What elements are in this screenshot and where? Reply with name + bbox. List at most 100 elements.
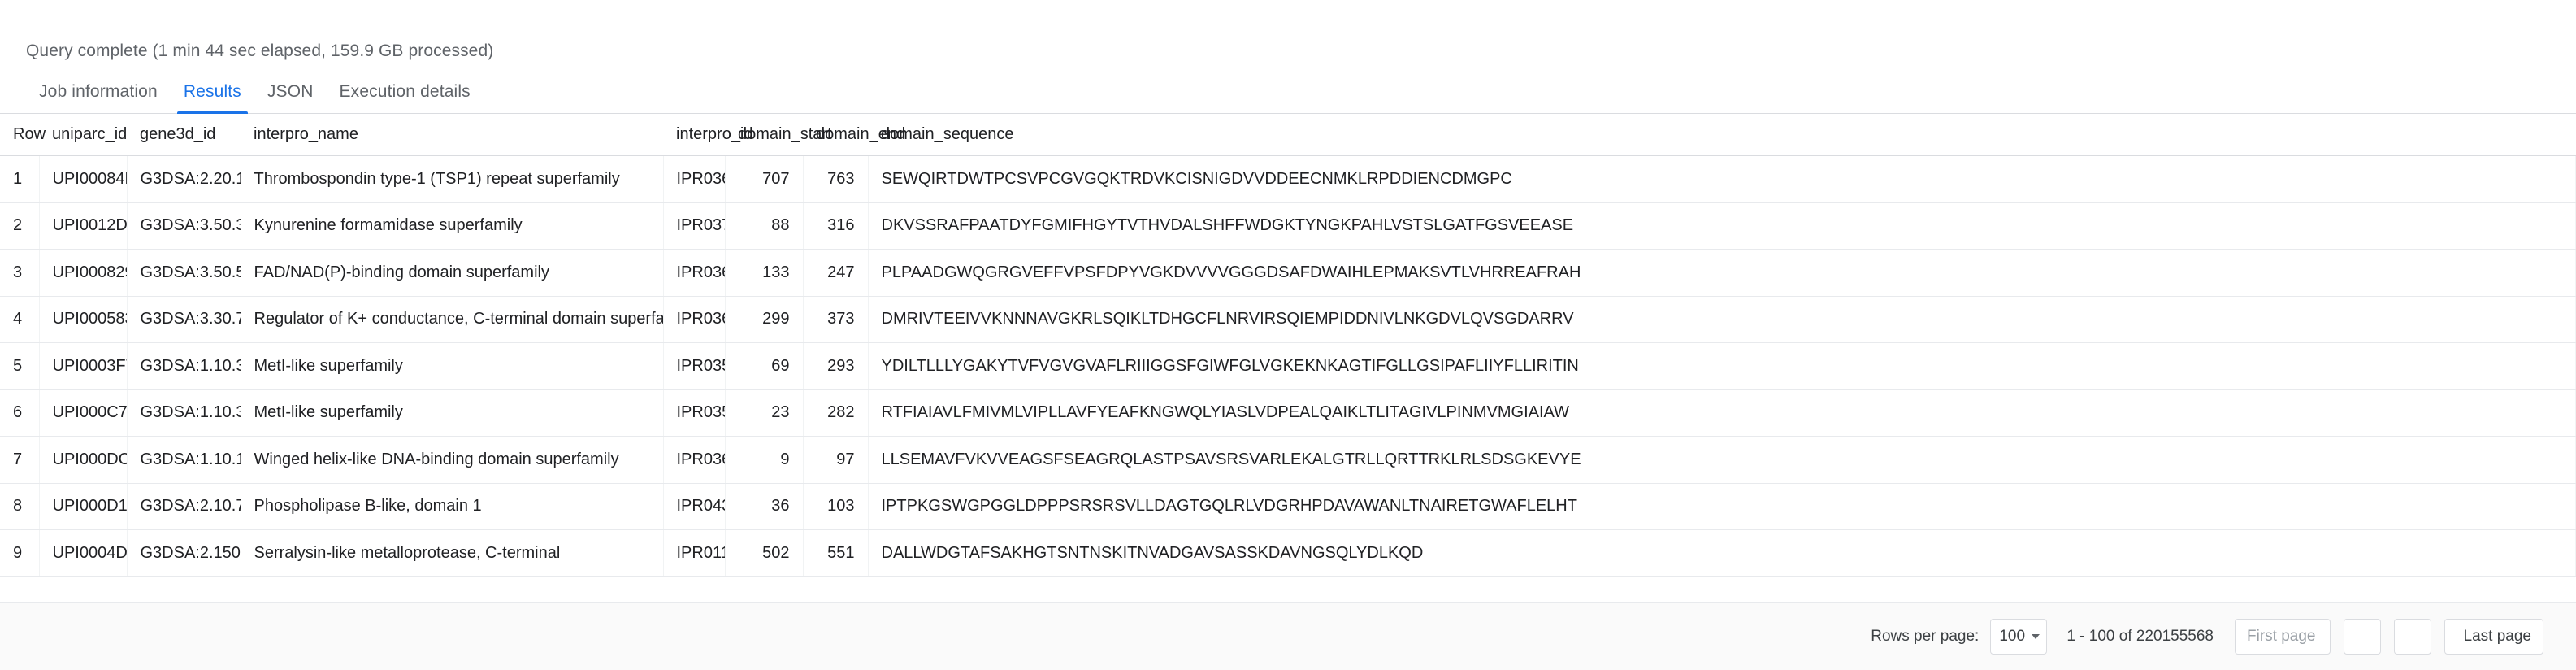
column-header-uniparc-id[interactable]: uniparc_id bbox=[39, 114, 127, 156]
cell-domain-sequence: DALLWDGTAFSAKHGTSNTNSKITNVADGAVSASSKDAVN… bbox=[868, 529, 2576, 577]
table-row[interactable]: 9 UPI0004D69990 G3DSA:2.150.10.10 Serral… bbox=[0, 529, 2576, 577]
cell-gene3d-id: G3DSA:1.10.3720.10 bbox=[127, 389, 241, 437]
cell-gene3d-id: G3DSA:3.50.50.60 bbox=[127, 249, 241, 297]
cell-domain-start: 9 bbox=[725, 436, 804, 484]
cell-interpro-id: IPR036388 bbox=[663, 436, 726, 484]
first-page-button[interactable]: First page bbox=[2235, 618, 2331, 655]
cell-uniparc-id: UPI00084DC725 bbox=[39, 155, 128, 203]
cell-interpro-id: IPR037175 bbox=[663, 202, 726, 250]
column-header-row[interactable]: Row bbox=[0, 114, 46, 156]
query-status-bar: Query complete (1 min 44 sec elapsed, 15… bbox=[0, 0, 2576, 72]
results-table: Row uniparc_id gene3d_id interpro_name i… bbox=[0, 114, 2576, 577]
cell-domain-sequence: YDILTLLLYGAKYTVFVGVGVAFLRIIIGGSFGIWFGLVG… bbox=[868, 342, 2576, 390]
cell-domain-sequence: IPTPKGSWGPGGLDPPPSRSRSVLLDAGTGQLRLVDGRHP… bbox=[868, 483, 2576, 530]
cell-domain-end: 551 bbox=[803, 529, 869, 577]
cell-domain-start: 23 bbox=[725, 389, 804, 437]
query-status-text: Query complete (1 min 44 sec elapsed, 15… bbox=[26, 41, 494, 60]
column-header-interpro-id[interactable]: interpro_id bbox=[663, 114, 753, 156]
rows-per-page-select[interactable]: 100 bbox=[1990, 618, 2048, 655]
cell-gene3d-id: G3DSA:2.150.10.10 bbox=[127, 529, 241, 577]
cell-uniparc-id: UPI0004D69990 bbox=[39, 529, 128, 577]
column-header-domain-sequence[interactable]: domain_sequence bbox=[868, 114, 2576, 156]
cell-domain-end: 373 bbox=[803, 296, 869, 343]
cell-interpro-id: IPR036383 bbox=[663, 155, 726, 203]
table-row[interactable]: 7 UPI000DCEAB8C G3DSA:1.10.10.10 Winged … bbox=[0, 436, 2576, 484]
tab-execution-details[interactable]: Execution details bbox=[327, 82, 484, 113]
cell-domain-start: 36 bbox=[725, 483, 804, 530]
cell-domain-sequence: PLPAADGWQGRGVEFFVPSFDPYVGKDVVVVGGGDSAFDW… bbox=[868, 249, 2576, 297]
cell-row-index: 7 bbox=[0, 436, 40, 484]
cell-domain-start: 502 bbox=[725, 529, 804, 577]
cell-domain-end: 316 bbox=[803, 202, 869, 250]
previous-page-button[interactable] bbox=[2344, 618, 2381, 655]
cell-row-index: 9 bbox=[0, 529, 40, 577]
cell-row-index: 5 bbox=[0, 342, 40, 390]
tab-job-information[interactable]: Job information bbox=[26, 82, 171, 113]
cell-gene3d-id: G3DSA:1.10.10.10 bbox=[127, 436, 241, 484]
tab-json[interactable]: JSON bbox=[254, 82, 327, 113]
cell-domain-sequence: DKVSSRAFPAATDYFGMIFHGYTVTHVDALSHFFWDGKTY… bbox=[868, 202, 2576, 250]
cell-row-index: 8 bbox=[0, 483, 40, 530]
pagination-bar: Rows per page: 100 1 - 100 of 220155568 … bbox=[0, 602, 2576, 670]
tab-results[interactable]: Results bbox=[171, 82, 254, 114]
cell-interpro-name: MetI-like superfamily bbox=[241, 389, 664, 437]
next-page-button[interactable] bbox=[2394, 618, 2431, 655]
cell-domain-start: 88 bbox=[725, 202, 804, 250]
cell-row-index: 6 bbox=[0, 389, 40, 437]
column-header-gene3d-id[interactable]: gene3d_id bbox=[127, 114, 241, 156]
table-row[interactable]: 1 UPI00084DC725 G3DSA:2.20.100.10 Thromb… bbox=[0, 155, 2576, 203]
cell-row-index: 4 bbox=[0, 296, 40, 343]
cell-interpro-id: IPR036721 bbox=[663, 296, 726, 343]
results-table-body: 1 UPI00084DC725 G3DSA:2.20.100.10 Thromb… bbox=[0, 155, 2576, 577]
results-tab-bar: Job information Results JSON Execution d… bbox=[0, 72, 2576, 114]
cell-interpro-name: Regulator of K+ conductance, C-terminal … bbox=[241, 296, 664, 343]
table-row[interactable]: 5 UPI0003F76E77 G3DSA:1.10.3720.10 MetI-… bbox=[0, 342, 2576, 390]
table-row[interactable]: 2 UPI0012D100C9 G3DSA:3.50.30.50 Kynuren… bbox=[0, 202, 2576, 250]
column-header-interpro-name[interactable]: interpro_name bbox=[241, 114, 663, 156]
cell-domain-end: 103 bbox=[803, 483, 869, 530]
table-row[interactable]: 3 UPI000829EA81 G3DSA:3.50.50.60 FAD/NAD… bbox=[0, 249, 2576, 297]
cell-interpro-name: Kynurenine formamidase superfamily bbox=[241, 202, 664, 250]
cell-uniparc-id: UPI0003F76E77 bbox=[39, 342, 128, 390]
cell-domain-end: 293 bbox=[803, 342, 869, 390]
cell-domain-start: 707 bbox=[725, 155, 804, 203]
table-row[interactable]: 6 UPI000C7EE81C G3DSA:1.10.3720.10 MetI-… bbox=[0, 389, 2576, 437]
cell-uniparc-id: UPI0005836619 bbox=[39, 296, 128, 343]
cell-domain-end: 247 bbox=[803, 249, 869, 297]
cell-domain-sequence: RTFIAIAVLFMIVMLVIPLLAVFYEAFKNGWQLYIASLVD… bbox=[868, 389, 2576, 437]
cell-gene3d-id: G3DSA:1.10.3720.10 bbox=[127, 342, 241, 390]
cell-interpro-id: IPR011049 bbox=[663, 529, 726, 577]
cell-gene3d-id: G3DSA:2.20.100.10 bbox=[127, 155, 241, 203]
rows-per-page-label: Rows per page: bbox=[1871, 627, 1980, 645]
cell-domain-sequence: SEWQIRTDWTPCSVPCGVGQKTRDVKCISNIGDVVDDEEC… bbox=[868, 155, 2576, 203]
cell-domain-sequence: LLSEMAVFVKVVEAGSFSEAGRQLASTPSAVSRSVARLEK… bbox=[868, 436, 2576, 484]
cell-interpro-name: MetI-like superfamily bbox=[241, 342, 664, 390]
cell-interpro-id: IPR043040 bbox=[663, 483, 726, 530]
table-header-row: Row uniparc_id gene3d_id interpro_name i… bbox=[0, 114, 2576, 156]
cell-interpro-name: Thrombospondin type-1 (TSP1) repeat supe… bbox=[241, 155, 664, 203]
cell-interpro-name: FAD/NAD(P)-binding domain superfamily bbox=[241, 249, 664, 297]
cell-domain-end: 763 bbox=[803, 155, 869, 203]
cell-gene3d-id: G3DSA:3.50.30.50 bbox=[127, 202, 241, 250]
table-row[interactable]: 4 UPI0005836619 G3DSA:3.30.70.1450 Regul… bbox=[0, 296, 2576, 343]
cell-row-index: 2 bbox=[0, 202, 40, 250]
table-row[interactable]: 8 UPI000D1811C4 G3DSA:2.10.70.60 Phospho… bbox=[0, 483, 2576, 530]
cell-row-index: 3 bbox=[0, 249, 40, 297]
cell-row-index: 1 bbox=[0, 155, 40, 203]
chevron-down-icon bbox=[2032, 633, 2040, 639]
cell-uniparc-id: UPI0012D100C9 bbox=[39, 202, 128, 250]
results-table-head: Row uniparc_id gene3d_id interpro_name i… bbox=[0, 114, 2576, 156]
cell-interpro-name: Phospholipase B-like, domain 1 bbox=[241, 483, 664, 530]
cell-domain-start: 299 bbox=[725, 296, 804, 343]
results-table-container[interactable]: Row uniparc_id gene3d_id interpro_name i… bbox=[0, 114, 2576, 602]
cell-domain-start: 69 bbox=[725, 342, 804, 390]
last-page-button[interactable]: Last page bbox=[2444, 618, 2543, 655]
pagination-range-text: 1 - 100 of 220155568 bbox=[2066, 627, 2214, 645]
cell-interpro-id: IPR035906 bbox=[663, 342, 726, 390]
cell-uniparc-id: UPI000D1811C4 bbox=[39, 483, 128, 530]
cell-uniparc-id: UPI000829EA81 bbox=[39, 249, 128, 297]
cell-interpro-name: Serralysin-like metalloprotease, C-termi… bbox=[241, 529, 664, 577]
cell-domain-end: 282 bbox=[803, 389, 869, 437]
cell-domain-end: 97 bbox=[803, 436, 869, 484]
cell-gene3d-id: G3DSA:3.30.70.1450 bbox=[127, 296, 241, 343]
